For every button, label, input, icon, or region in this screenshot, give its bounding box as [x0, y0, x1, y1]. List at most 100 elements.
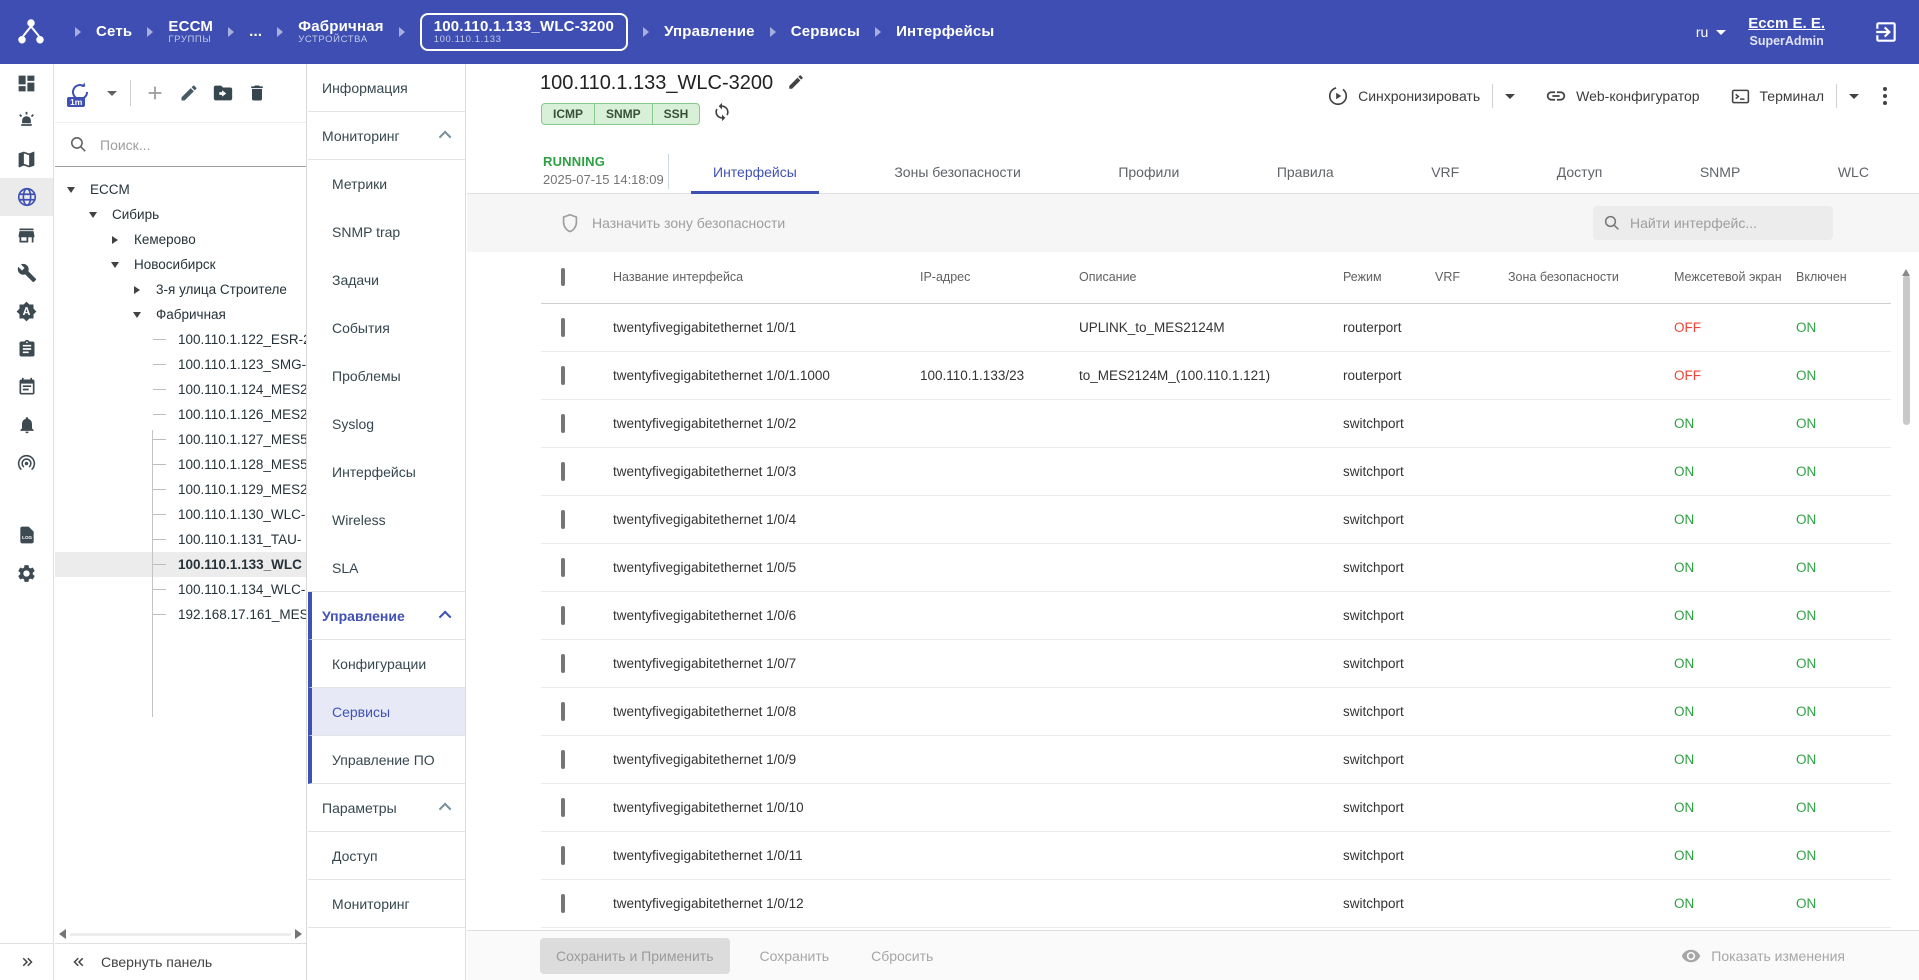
- menu-item[interactable]: SNMP trap: [308, 208, 465, 256]
- column-header[interactable]: VRF: [1435, 270, 1508, 286]
- edit-button[interactable]: [179, 83, 199, 103]
- breadcrumb-item[interactable]: ...: [213, 23, 262, 40]
- collapse-panel-button[interactable]: Свернуть панель: [55, 943, 306, 980]
- tree-expander-icon[interactable]: [63, 187, 79, 193]
- column-header[interactable]: IP-адрес: [920, 270, 1079, 286]
- assign-zone-button[interactable]: Назначить зону безопасности: [559, 194, 785, 252]
- menu-item[interactable]: Мониторинг: [308, 880, 465, 928]
- tab[interactable]: Зоны безопасности: [872, 150, 1042, 193]
- tab[interactable]: Доступ: [1535, 150, 1625, 193]
- chevron-down-icon[interactable]: [107, 90, 117, 96]
- table-scrollbar[interactable]: [1902, 254, 1911, 928]
- row-checkbox[interactable]: [561, 894, 565, 913]
- table-row[interactable]: twentyfivegigabitethernet 1/0/11 switchp…: [541, 832, 1891, 880]
- menu-item[interactable]: Доступ: [308, 832, 465, 880]
- breadcrumb-item[interactable]: Управление: [628, 23, 755, 40]
- row-checkbox[interactable]: [561, 366, 565, 385]
- column-header[interactable]: Описание: [1079, 270, 1343, 286]
- column-header[interactable]: Название интерфейса: [613, 270, 920, 286]
- menu-item[interactable]: События: [308, 304, 465, 352]
- row-checkbox[interactable]: [561, 846, 565, 865]
- row-checkbox[interactable]: [561, 414, 565, 433]
- tree-node[interactable]: Кемерово: [55, 227, 306, 252]
- user-menu[interactable]: Eccm E. E. SuperAdmin: [1748, 15, 1825, 49]
- monitoring-icon[interactable]: [0, 444, 53, 482]
- menu-item[interactable]: Параметры: [308, 784, 465, 832]
- tree-node[interactable]: Сибирь: [55, 202, 306, 227]
- tree-node[interactable]: 100.110.1.128_MES52: [55, 452, 306, 477]
- tasks-icon[interactable]: [0, 330, 53, 368]
- save-and-apply-button[interactable]: Сохранить и Применить: [540, 937, 730, 974]
- row-checkbox[interactable]: [561, 702, 565, 721]
- reset-button[interactable]: Сбросить: [859, 938, 945, 974]
- map-icon[interactable]: [0, 140, 53, 178]
- menu-item[interactable]: Информация: [308, 64, 465, 112]
- tab[interactable]: VRF: [1409, 150, 1481, 193]
- menu-item[interactable]: Syslog: [308, 400, 465, 448]
- terminal-button[interactable]: Терминал: [1730, 86, 1824, 107]
- table-row[interactable]: twentyfivegigabitethernet 1/0/10 switchp…: [541, 784, 1891, 832]
- menu-item[interactable]: SLA: [308, 544, 465, 592]
- interface-search-input[interactable]: [1630, 215, 1810, 231]
- sync-dropdown-icon[interactable]: [1505, 93, 1516, 99]
- alarms-icon[interactable]: [0, 102, 53, 140]
- tree-expander-icon[interactable]: [151, 589, 167, 590]
- tree-expander-icon[interactable]: [151, 389, 167, 390]
- network-icon[interactable]: [0, 178, 53, 216]
- move-to-group-button[interactable]: [212, 82, 234, 104]
- row-checkbox[interactable]: [561, 606, 565, 625]
- menu-item[interactable]: Wireless: [308, 496, 465, 544]
- menu-item[interactable]: Мониторинг: [308, 112, 465, 160]
- language-select[interactable]: ru: [1696, 24, 1727, 40]
- select-all-checkbox[interactable]: [561, 267, 565, 286]
- tree-node[interactable]: 100.110.1.129_MES2: [55, 477, 306, 502]
- tree-expander-icon[interactable]: [151, 439, 167, 440]
- tree-node[interactable]: 192.168.17.161_MES: [55, 602, 306, 627]
- inventory-icon[interactable]: [0, 216, 53, 254]
- tree-node[interactable]: 100.110.1.131_TAU-: [55, 527, 306, 552]
- tab[interactable]: WLC: [1816, 150, 1891, 193]
- tree-expander-icon[interactable]: [107, 262, 123, 268]
- auto-rules-icon[interactable]: [0, 292, 53, 330]
- notifications-icon[interactable]: [0, 406, 53, 444]
- tree-node[interactable]: 100.110.1.122_ESR-2: [55, 327, 306, 352]
- table-row[interactable]: twentyfivegigabitethernet 1/0/8 switchpo…: [541, 688, 1891, 736]
- tree-node[interactable]: ECCM: [55, 177, 306, 202]
- tab[interactable]: Правила: [1255, 150, 1356, 193]
- row-checkbox[interactable]: [561, 318, 565, 337]
- tree-node[interactable]: 100.110.1.123_SMG-: [55, 352, 306, 377]
- column-header[interactable]: Режим: [1343, 270, 1435, 286]
- scrollbar-thumb[interactable]: [1903, 275, 1910, 425]
- tree-expander-icon[interactable]: [151, 364, 167, 365]
- tree-expander-icon[interactable]: [151, 489, 167, 490]
- menu-item[interactable]: Управление ПО: [308, 736, 465, 784]
- table-row[interactable]: twentyfivegigabitethernet 1/0/4 switchpo…: [541, 496, 1891, 544]
- tree-expander-icon[interactable]: [151, 539, 167, 540]
- tree-node[interactable]: Новосибирск: [55, 252, 306, 277]
- delete-button[interactable]: [247, 83, 267, 103]
- tree-expander-icon[interactable]: [129, 286, 145, 294]
- row-checkbox[interactable]: [561, 462, 565, 481]
- table-row[interactable]: twentyfivegigabitethernet 1/0/1.1000 100…: [541, 352, 1891, 400]
- tree-expander-icon[interactable]: [129, 312, 145, 318]
- tree-node[interactable]: 100.110.1.133_WLC: [55, 552, 306, 577]
- menu-item[interactable]: Конфигурации: [308, 640, 465, 688]
- tree-node[interactable]: 100.110.1.124_MES2: [55, 377, 306, 402]
- edit-title-icon[interactable]: [787, 73, 805, 94]
- tree-node[interactable]: 3-я улица Строителе: [55, 277, 306, 302]
- tree-expander-icon[interactable]: [151, 564, 167, 565]
- logout-button[interactable]: [1873, 19, 1899, 45]
- table-row[interactable]: twentyfivegigabitethernet 1/0/6 switchpo…: [541, 592, 1891, 640]
- scroll-up-icon[interactable]: [1902, 254, 1910, 276]
- more-actions-button[interactable]: [1877, 83, 1893, 109]
- tree-expander-icon[interactable]: [151, 339, 167, 340]
- scroll-right-icon[interactable]: [295, 929, 302, 939]
- breadcrumb-item[interactable]: Фабричная УСТРОЙСТВА: [262, 18, 384, 46]
- scrollbar-track[interactable]: [70, 932, 291, 936]
- tools-icon[interactable]: [0, 254, 53, 292]
- breadcrumb-item[interactable]: ЕССМ ГРУППЫ: [132, 18, 213, 46]
- refresh-interval-button[interactable]: 1m: [67, 80, 94, 107]
- menu-item[interactable]: Метрики: [308, 160, 465, 208]
- tree-node[interactable]: 100.110.1.126_MES2: [55, 402, 306, 427]
- sync-button[interactable]: Синхронизировать: [1327, 85, 1480, 107]
